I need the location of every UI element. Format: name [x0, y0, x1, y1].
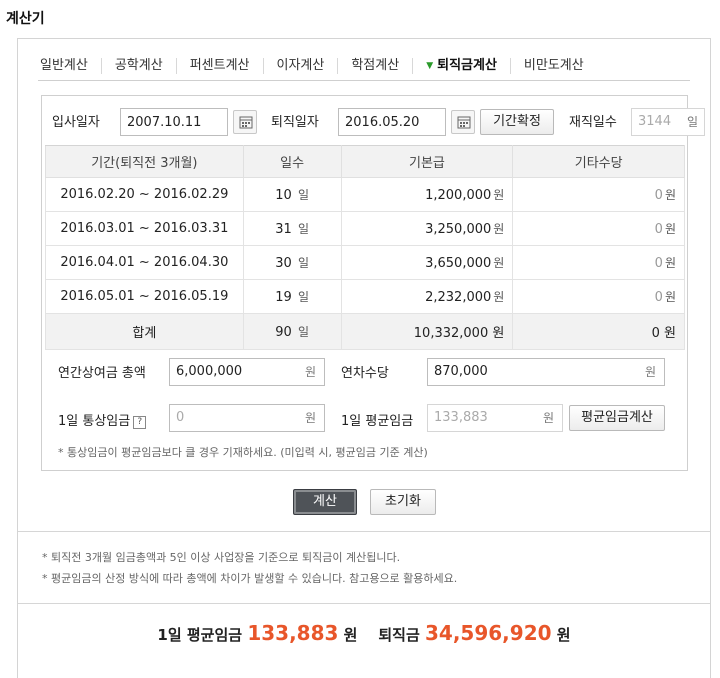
ordinary-wage-input[interactable]: 0 원: [169, 404, 325, 432]
other-pay-input[interactable]: 0원: [512, 177, 685, 212]
base-pay-input[interactable]: 2,232,000 원: [340, 279, 514, 314]
result-avg-value: 133,883: [247, 621, 339, 645]
tab-scientific[interactable]: 공학계산: [100, 57, 176, 74]
avg-wage-label: 1일 평균임금: [341, 414, 414, 429]
calendar-icon: [239, 116, 253, 129]
severance-form: 입사일자 퇴직일자 기간확정: [41, 95, 705, 471]
table-row: 2016.02.20 ~ 2016.02.29 10 일 1,200,000 원 …: [45, 177, 685, 212]
divider: [18, 603, 710, 604]
result-severance-label: 퇴직금: [378, 626, 420, 644]
table-row: 2016.05.01 ~ 2016.05.19 19 일 2,232,000 원 …: [45, 279, 685, 314]
col-header-days: 일수: [242, 145, 342, 178]
footnote-2: * 평균임금의 산정 방식에 따라 총액에 차이가 발생할 수 있습니다. 참고…: [42, 572, 458, 585]
annual-leave-label: 연차수당: [341, 366, 389, 381]
join-date-input[interactable]: [120, 108, 228, 136]
result-severance-value: 34,596,920: [425, 621, 552, 645]
reset-button[interactable]: 초기화: [370, 489, 436, 515]
col-header-period: 기간(퇴직전 3개월): [45, 145, 244, 178]
base-pay-input[interactable]: 3,250,000 원: [340, 211, 514, 246]
join-calendar-button[interactable]: [233, 110, 257, 134]
page-title: 계산기: [6, 11, 45, 27]
tab-bmi[interactable]: 비만도계산: [509, 57, 597, 74]
calculator-tabs: 일반계산 공학계산 퍼센트계산 이자계산 학점계산 ▼ 퇴직금계산 비만도계산: [38, 51, 690, 81]
tab-interest[interactable]: 이자계산: [262, 57, 338, 74]
leave-calendar-button[interactable]: [451, 110, 475, 134]
base-pay-input[interactable]: 3,650,000 원: [340, 245, 514, 280]
leave-date-label: 퇴직일자: [271, 115, 319, 130]
col-header-base: 기본급: [340, 145, 514, 178]
leave-date-input[interactable]: [338, 108, 446, 136]
other-pay-input[interactable]: 0원: [512, 211, 685, 246]
result-summary: 1일 평균임금 133,883 원 퇴직금 34,596,920 원: [157, 621, 571, 645]
calendar-icon: [457, 116, 471, 129]
divider: [18, 531, 710, 532]
annual-leave-input[interactable]: 870,000 원: [427, 358, 665, 386]
base-pay-input[interactable]: 1,200,000 원: [340, 177, 514, 212]
tab-grade[interactable]: 학점계산: [337, 57, 412, 74]
tab-general[interactable]: 일반계산: [38, 58, 101, 74]
wage-period-table: 기간(퇴직전 3개월) 일수 기본급 기타수당 2016.02.20 ~ 201…: [45, 145, 685, 350]
tenure-days-field: 3144 일: [631, 108, 705, 136]
tab-percent[interactable]: 퍼센트계산: [175, 57, 263, 74]
other-pay-input[interactable]: 0원: [512, 279, 685, 314]
table-row: 2016.04.01 ~ 2016.04.30 30 일 3,650,000 원 …: [45, 245, 685, 280]
help-icon[interactable]: ?: [133, 416, 147, 429]
calculate-button[interactable]: 계산: [293, 489, 357, 515]
ordinary-wage-note: * 통상임금이 평균임금보다 클 경우 기재하세요. (미입력 시, 평균임금 …: [58, 446, 428, 459]
ordinary-wage-label: 1일 통상임금?: [58, 410, 147, 429]
table-row: 2016.03.01 ~ 2016.03.31 31 일 3,250,000 원 …: [45, 211, 685, 246]
col-header-other: 기타수당: [512, 145, 685, 178]
avg-wage-calc-button[interactable]: 평균임금계산: [569, 405, 665, 431]
avg-wage-field: 133,883 원: [427, 404, 563, 432]
bonus-label: 연간상여금 총액: [58, 366, 146, 381]
tab-severance[interactable]: ▼ 퇴직금계산: [412, 57, 510, 74]
join-date-label: 입사일자: [52, 115, 100, 130]
date-row: 입사일자 퇴직일자 기간확정: [42, 106, 705, 136]
bonus-input[interactable]: 6,000,000 원: [169, 358, 325, 386]
confirm-period-button[interactable]: 기간확정: [480, 109, 554, 135]
active-arrow-icon: ▼: [426, 60, 434, 71]
calculator-panel: 일반계산 공학계산 퍼센트계산 이자계산 학점계산 ▼ 퇴직금계산 비만도계산 입…: [17, 38, 711, 678]
footnote-1: * 퇴직전 3개월 임금총액과 5인 이상 사업장을 기준으로 퇴직금이 계산됩…: [42, 551, 401, 564]
result-avg-label: 1일 평균임금: [157, 626, 243, 644]
other-pay-input[interactable]: 0원: [512, 245, 685, 280]
tenure-label: 재직일수: [569, 115, 617, 130]
sum-row: 합계 90 일 10,332,000 원 0 원: [45, 313, 685, 350]
table-header-row: 기간(퇴직전 3개월) 일수 기본급 기타수당: [45, 145, 685, 178]
